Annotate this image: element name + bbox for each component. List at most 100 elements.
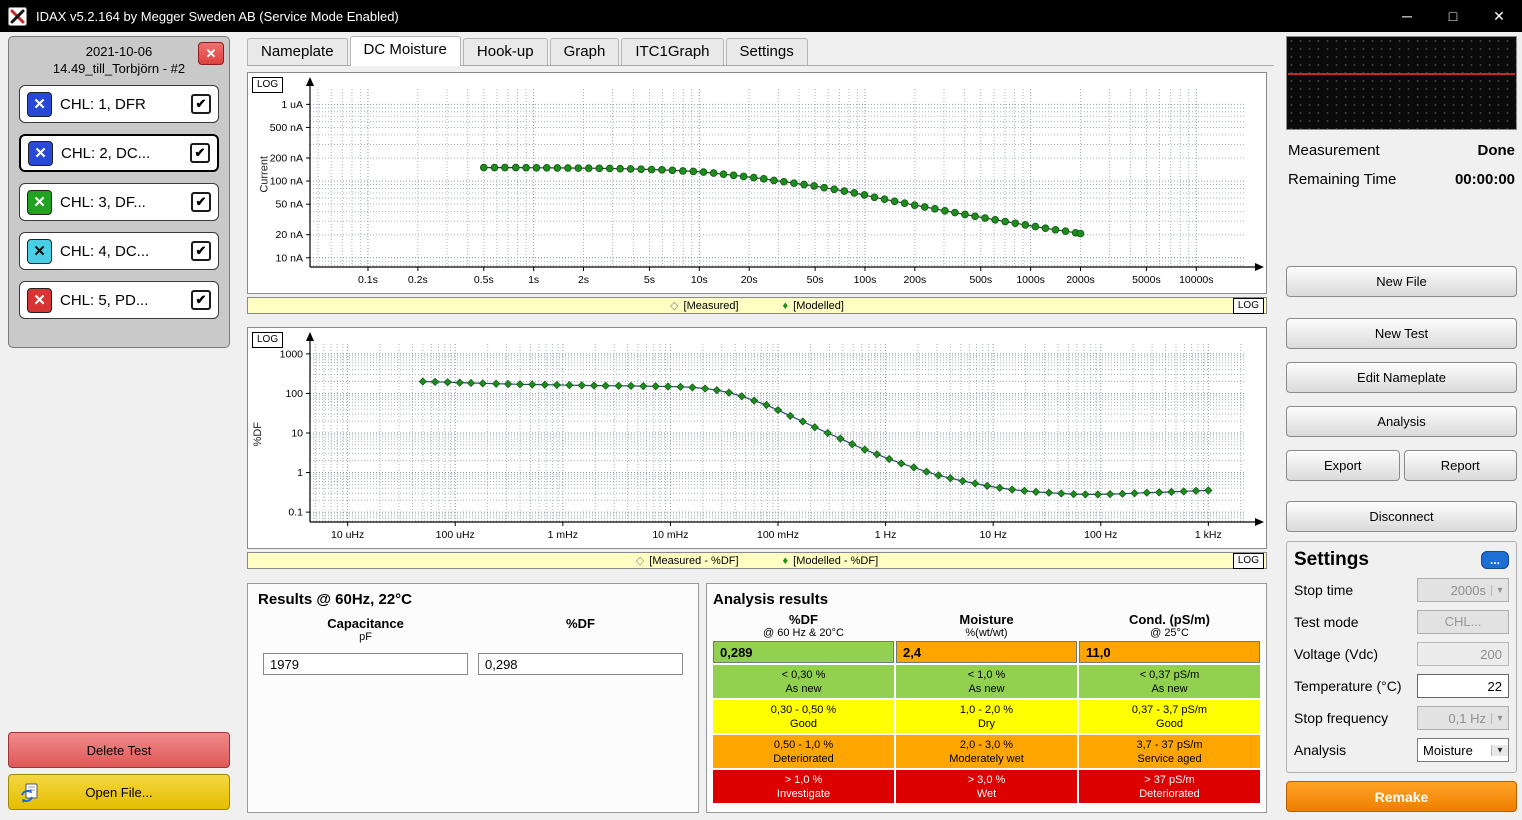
- test-mode-label: Test mode: [1294, 614, 1359, 630]
- main-area: Nameplate DC Moisture Hook-up Graph ITC1…: [239, 32, 1280, 820]
- stop-frequency-row: Stop frequency 0,1 Hz▾: [1294, 702, 1509, 734]
- log-scale-button[interactable]: LOG: [1233, 298, 1264, 314]
- channel-checkbox[interactable]: ✔: [191, 241, 211, 261]
- right-sidebar: Measurement Done Remaining Time 00:00:00…: [1280, 32, 1522, 820]
- channel-list: ✕ CHL: 1, DFR ✔ ✕ CHL: 2, DC... ✔ ✕ CHL:…: [9, 85, 229, 319]
- test-date: 2021-10-06: [9, 43, 229, 60]
- classification-cell: > 1,0 %Investigate: [713, 770, 894, 803]
- analysis-mode-dropdown[interactable]: Moisture▾: [1417, 738, 1509, 762]
- channel-checkbox[interactable]: ✔: [191, 94, 211, 114]
- channel-row-1[interactable]: ✕ CHL: 1, DFR ✔: [19, 85, 219, 123]
- remake-button[interactable]: Remake: [1286, 781, 1517, 812]
- svg-text:2000s: 2000s: [1066, 274, 1095, 286]
- maximize-icon[interactable]: □: [1430, 0, 1476, 32]
- window-controls: ─ □ ✕: [1384, 0, 1522, 32]
- channel-row-4[interactable]: ✕ CHL: 4, DC... ✔: [19, 232, 219, 270]
- temperature-input[interactable]: [1417, 674, 1509, 698]
- svg-text:1 kHz: 1 kHz: [1195, 529, 1222, 541]
- chevron-down-icon: ▾: [1491, 745, 1508, 756]
- svg-text:50 nA: 50 nA: [276, 199, 303, 211]
- channel-checkbox[interactable]: ✔: [190, 143, 210, 163]
- analysis-col-header: Cond. (pS/m)@ 25°C: [1079, 612, 1260, 639]
- voltage-input[interactable]: [1417, 642, 1509, 666]
- svg-text:100 mHz: 100 mHz: [757, 529, 799, 541]
- current-chart-legend: ◇[Measured] ♦[Modelled] LOG: [247, 297, 1267, 314]
- tab-settings[interactable]: Settings: [726, 38, 808, 65]
- minimize-icon[interactable]: ─: [1384, 0, 1430, 32]
- log-scale-button[interactable]: LOG: [1233, 553, 1264, 569]
- channel-label: CHL: 1, DFR: [60, 96, 183, 113]
- titlebar: IDAX v5.2.164 by Megger Sweden AB (Servi…: [0, 0, 1522, 32]
- svg-text:50s: 50s: [807, 274, 824, 286]
- tab-itc1graph[interactable]: ITC1Graph: [621, 38, 723, 65]
- channel-checkbox[interactable]: ✔: [191, 192, 211, 212]
- tab-hook-up[interactable]: Hook-up: [463, 38, 548, 65]
- svg-text:10 mHz: 10 mHz: [652, 529, 688, 541]
- voltage-row: Voltage (Vdc): [1294, 638, 1509, 670]
- measurement-label: Measurement: [1288, 142, 1380, 159]
- svg-text:100: 100: [285, 388, 303, 400]
- svg-text:200s: 200s: [903, 274, 926, 286]
- channel-x-icon: ✕: [27, 239, 52, 264]
- export-button[interactable]: Export: [1286, 450, 1400, 481]
- close-icon[interactable]: ✕: [1476, 0, 1522, 32]
- new-test-button[interactable]: New Test: [1286, 318, 1517, 349]
- classification-cell: 0,30 - 0,50 %Good: [713, 700, 894, 733]
- display-trace-line: [1288, 73, 1515, 75]
- settings-more-button[interactable]: ...: [1481, 551, 1509, 569]
- legend-modelled: ♦[Modelled]: [783, 300, 844, 312]
- test-file-panel: 2021-10-06 14.49_till_Torbjörn - #2 ✕ ✕ …: [8, 36, 230, 348]
- close-test-icon[interactable]: ✕: [198, 42, 224, 65]
- stop-frequency-dropdown[interactable]: 0,1 Hz▾: [1417, 706, 1509, 730]
- new-file-button[interactable]: New File: [1286, 266, 1517, 297]
- stop-time-dropdown[interactable]: 2000s▾: [1417, 578, 1509, 602]
- classification-cell: > 3,0 %Wet: [896, 770, 1077, 803]
- channel-row-2[interactable]: ✕ CHL: 2, DC... ✔: [19, 134, 219, 172]
- tab-graph[interactable]: Graph: [550, 38, 620, 65]
- modelled-marker-icon: ♦: [783, 555, 789, 567]
- tab-bar: Nameplate DC Moisture Hook-up Graph ITC1…: [247, 36, 1274, 66]
- tab-nameplate[interactable]: Nameplate: [247, 38, 348, 65]
- svg-text:1 Hz: 1 Hz: [875, 529, 897, 541]
- legend-measured-label: [Measured]: [684, 300, 739, 312]
- test-mode-button[interactable]: CHL...: [1417, 610, 1509, 634]
- svg-text:0.2s: 0.2s: [408, 274, 428, 286]
- idax-app: IDAX v5.2.164 by Megger Sweden AB (Servi…: [0, 0, 1522, 820]
- conductivity-result-value: 11,0: [1079, 641, 1260, 663]
- channel-row-5[interactable]: ✕ CHL: 5, PD... ✔: [19, 281, 219, 319]
- channel-label: CHL: 2, DC...: [61, 145, 182, 162]
- current-vs-time-chart: 0.1s0.2s0.5s1s2s5s10s20s50s100s200s500s1…: [248, 73, 1266, 293]
- temperature-row: Temperature (°C): [1294, 670, 1509, 702]
- report-button[interactable]: Report: [1404, 450, 1518, 481]
- settings-title: Settings: [1294, 549, 1369, 571]
- svg-text:100 uHz: 100 uHz: [436, 529, 475, 541]
- voltage-label: Voltage (Vdc): [1294, 646, 1378, 662]
- remaining-time-label: Remaining Time: [1288, 171, 1396, 188]
- log-scale-button[interactable]: LOG: [252, 77, 283, 93]
- stop-time-label: Stop time: [1294, 582, 1353, 598]
- measured-marker-icon: ◇: [636, 554, 644, 567]
- svg-text:10s: 10s: [691, 274, 708, 286]
- svg-text:500s: 500s: [969, 274, 992, 286]
- left-sidebar: 2021-10-06 14.49_till_Torbjörn - #2 ✕ ✕ …: [0, 32, 239, 820]
- open-file-button[interactable]: Open File...: [8, 774, 230, 810]
- svg-text:10 nA: 10 nA: [276, 252, 303, 264]
- channel-row-3[interactable]: ✕ CHL: 3, DF... ✔: [19, 183, 219, 221]
- analysis-button[interactable]: Analysis: [1286, 406, 1517, 437]
- svg-text:100 Hz: 100 Hz: [1084, 529, 1117, 541]
- edit-nameplate-button[interactable]: Edit Nameplate: [1286, 362, 1517, 393]
- svg-text:5s: 5s: [644, 274, 655, 286]
- df-column: %DF 0,298: [473, 616, 688, 675]
- svg-text:0.1s: 0.1s: [358, 274, 378, 286]
- modelled-marker-icon: ♦: [783, 300, 789, 312]
- tab-dc-moisture[interactable]: DC Moisture: [350, 36, 461, 66]
- disconnect-button[interactable]: Disconnect: [1286, 501, 1517, 532]
- analysis-panel: Analysis results %DF@ 60 Hz & 20°C Moist…: [706, 583, 1267, 813]
- delete-test-button[interactable]: Delete Test: [8, 732, 230, 768]
- log-scale-button[interactable]: LOG: [252, 332, 283, 348]
- channel-label: CHL: 4, DC...: [60, 243, 183, 260]
- capacitance-unit: pF: [263, 631, 468, 645]
- classification-cell: < 0,37 pS/mAs new: [1079, 665, 1260, 698]
- df-chart-panel: 10 uHz100 uHz1 mHz10 mHz100 mHz1 Hz10 Hz…: [247, 327, 1267, 549]
- channel-checkbox[interactable]: ✔: [191, 290, 211, 310]
